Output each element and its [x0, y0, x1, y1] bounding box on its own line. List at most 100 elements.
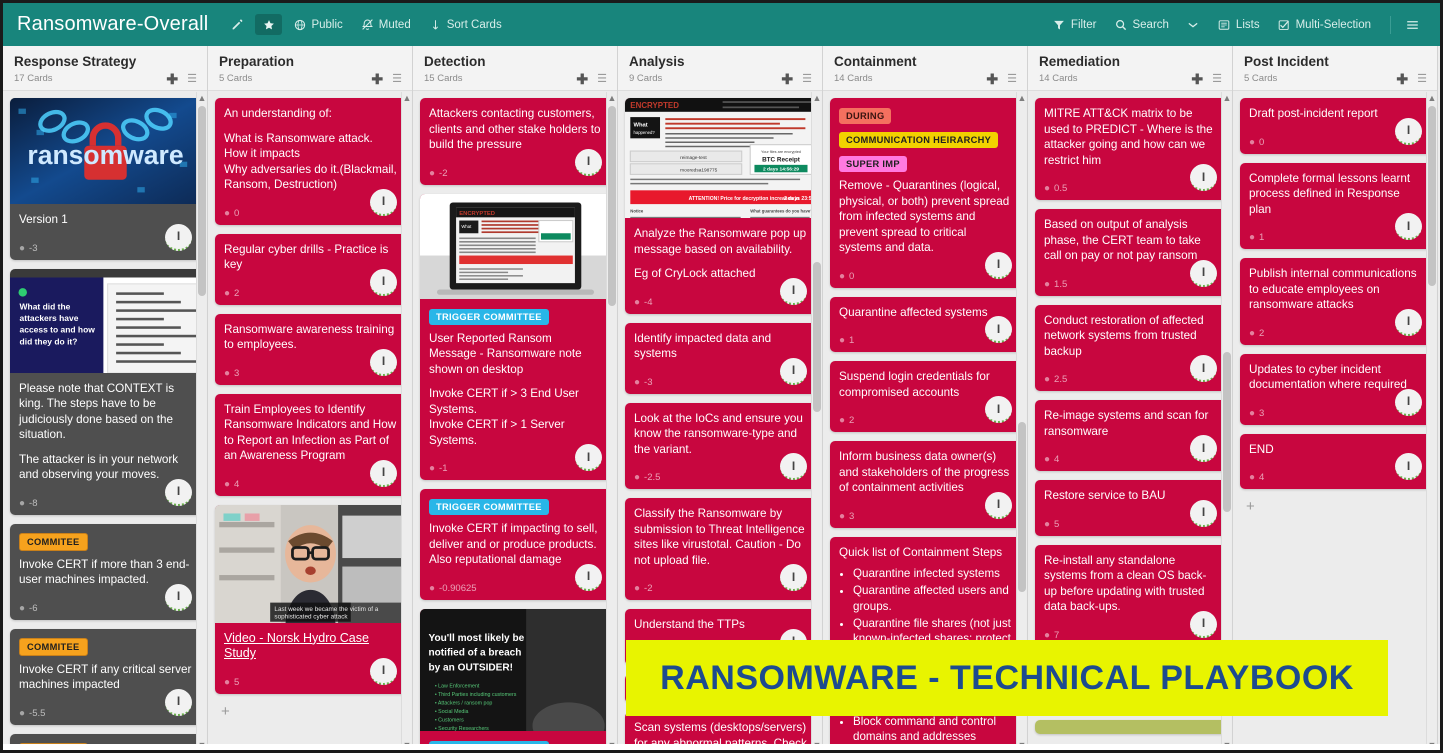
add-card-icon[interactable]: ✚ [1191, 72, 1203, 86]
board-card[interactable]: Quarantine affected systems ● 1 I [830, 296, 1021, 352]
add-card-bottom[interactable]: + [1240, 498, 1431, 514]
board-card[interactable]: Last week we became the victim of a sophi… [215, 504, 406, 694]
scroll-up-icon[interactable]: ▲ [1222, 92, 1232, 104]
avatar[interactable]: I [370, 459, 397, 487]
board-card[interactable]: COMMITEE Invoke CERT if any critical serv… [10, 628, 201, 725]
mute-board-button[interactable]: Muted [354, 14, 418, 35]
add-card-icon[interactable]: ✚ [166, 72, 178, 86]
avatar[interactable]: I [165, 223, 192, 251]
column-menu-icon[interactable]: ☰ [187, 73, 197, 84]
avatar[interactable]: I [780, 357, 807, 385]
card-label[interactable]: TRIGGER COMMITTEE [429, 499, 549, 515]
scroll-up-icon[interactable]: ▲ [1017, 92, 1027, 104]
search-dropdown-button[interactable] [1180, 14, 1207, 35]
board-card[interactable]: Publish internal communications to educa… [1240, 258, 1431, 345]
board-card[interactable]: Restore service to BAU ● 5 I [1035, 480, 1226, 536]
scrollbar-thumb[interactable] [1018, 422, 1026, 592]
scrollbar-thumb[interactable] [813, 262, 821, 412]
column-scrollbar[interactable]: ▲ ▼ [606, 92, 616, 750]
search-button[interactable]: Search [1107, 14, 1175, 35]
card-label[interactable]: COMMUNICATION HEIRARCHY [839, 132, 999, 148]
column-menu-icon[interactable]: ☰ [1007, 73, 1017, 84]
board-card[interactable]: Re-install any standalone systems from a… [1035, 544, 1226, 647]
add-card-icon[interactable]: ✚ [781, 72, 793, 86]
card-label[interactable]: COMMITEE [19, 637, 88, 656]
avatar[interactable]: I [575, 563, 602, 591]
add-card-bottom[interactable]: + [215, 703, 406, 719]
card-label[interactable]: SUPER IMP [839, 156, 907, 172]
avatar[interactable]: I [1190, 435, 1217, 462]
column-menu-icon[interactable]: ☰ [392, 73, 402, 84]
board-card[interactable]: Identify impacted data and systems ● -3 I [625, 322, 816, 394]
board-card[interactable] [1035, 720, 1226, 734]
add-card-icon[interactable]: ✚ [576, 72, 588, 86]
column-menu-icon[interactable]: ☰ [1417, 73, 1427, 84]
board-card[interactable]: What did the attackers have access to and… [10, 268, 201, 515]
add-card-icon[interactable]: ✚ [986, 72, 998, 86]
board-card[interactable]: Draft post-incident report ● 0 I [1240, 98, 1431, 154]
lists-button[interactable]: Lists [1211, 14, 1267, 35]
multi-selection-button[interactable]: Multi-Selection [1271, 14, 1378, 35]
card-label[interactable]: DURING [839, 108, 892, 124]
scroll-up-icon[interactable]: ▲ [402, 92, 412, 104]
avatar[interactable]: I [370, 188, 397, 216]
avatar[interactable]: I [1395, 213, 1422, 240]
avatar[interactable]: I [1190, 355, 1217, 382]
scrollbar-thumb[interactable] [1223, 352, 1231, 512]
edit-board-button[interactable] [224, 14, 251, 35]
board-menu-button[interactable] [1399, 14, 1426, 35]
board-card[interactable]: ENCRYPTED What happened? reimage-test mo… [625, 98, 816, 314]
sort-cards-button[interactable]: Sort Cards [422, 14, 509, 35]
board-card[interactable]: Classify the Ransomware by submission to… [625, 498, 816, 600]
avatar[interactable]: I [780, 453, 807, 480]
board-visibility-button[interactable]: Public [286, 14, 349, 35]
scrollbar-thumb[interactable] [198, 106, 206, 296]
avatar[interactable]: I [1395, 117, 1422, 145]
scroll-up-icon[interactable]: ▲ [1427, 92, 1437, 104]
avatar[interactable]: I [1395, 453, 1422, 480]
avatar[interactable]: I [1190, 259, 1217, 287]
scrollbar-thumb[interactable] [1428, 106, 1436, 286]
avatar[interactable]: I [370, 268, 397, 296]
avatar[interactable]: I [165, 688, 192, 716]
board-card[interactable]: Look at the IoCs and ensure you know the… [625, 402, 816, 489]
board-card[interactable]: You'll most likely be notified of a breac… [420, 608, 611, 750]
favorite-board-button[interactable] [255, 14, 283, 35]
board-card[interactable]: Inform business data owner(s) and stakeh… [830, 441, 1021, 528]
board-card[interactable]: ENCRYPTED What TRIGGER COMMITTEE User Rep… [420, 193, 611, 480]
board-card[interactable]: Re-image systems and scan for ransomware… [1035, 400, 1226, 471]
board-card[interactable]: MITRE ATT&CK matrix to be used to PREDIC… [1035, 98, 1226, 200]
board-card[interactable]: Train Employees to Identify Ransomware I… [215, 393, 406, 496]
column-menu-icon[interactable]: ☰ [802, 73, 812, 84]
board-card[interactable]: Complete formal lessons learnt process d… [1240, 162, 1431, 249]
avatar[interactable]: I [985, 491, 1012, 519]
board-card[interactable]: COMMITEE Invoke CERT if more than 3 end-u… [10, 523, 201, 620]
board-card[interactable]: END ● 4 I [1240, 433, 1431, 489]
avatar[interactable]: I [575, 148, 602, 176]
board-card[interactable]: Attackers contacting customers, clients … [420, 98, 611, 185]
avatar[interactable]: I [165, 583, 192, 611]
add-card-icon[interactable]: ✚ [1396, 72, 1408, 86]
avatar[interactable]: I [1190, 610, 1217, 638]
avatar[interactable]: I [780, 277, 807, 305]
avatar[interactable]: I [1190, 164, 1217, 191]
board-card[interactable]: Based on output of analysis phase, the C… [1035, 209, 1226, 296]
column-menu-icon[interactable]: ☰ [1212, 73, 1222, 84]
avatar[interactable]: I [165, 478, 192, 506]
avatar[interactable]: I [1190, 499, 1217, 527]
avatar[interactable]: I [1395, 388, 1422, 416]
card-label[interactable]: COMMITEE [19, 532, 88, 551]
scroll-up-icon[interactable]: ▲ [197, 92, 207, 104]
add-card-icon[interactable]: ✚ [371, 72, 383, 86]
column-menu-icon[interactable]: ☰ [597, 73, 607, 84]
card-label[interactable]: TRIGGER COMMITTEE [429, 308, 549, 325]
avatar[interactable]: I [985, 396, 1012, 423]
board-card[interactable]: Ransomware awareness training to employe… [215, 313, 406, 385]
scroll-up-icon[interactable]: ▲ [812, 92, 822, 104]
board-card[interactable]: TRIGGER COMMITTEE Invoke CERT if impactin… [420, 489, 611, 600]
board-card[interactable]: ransomware Version 1 ● -3 I [10, 98, 201, 260]
column-scrollbar[interactable]: ▲ ▼ [196, 92, 207, 750]
board-card[interactable]: Regular cyber drills - Practice is key ●… [215, 233, 406, 305]
avatar[interactable]: I [370, 657, 397, 685]
avatar[interactable]: I [575, 444, 602, 471]
